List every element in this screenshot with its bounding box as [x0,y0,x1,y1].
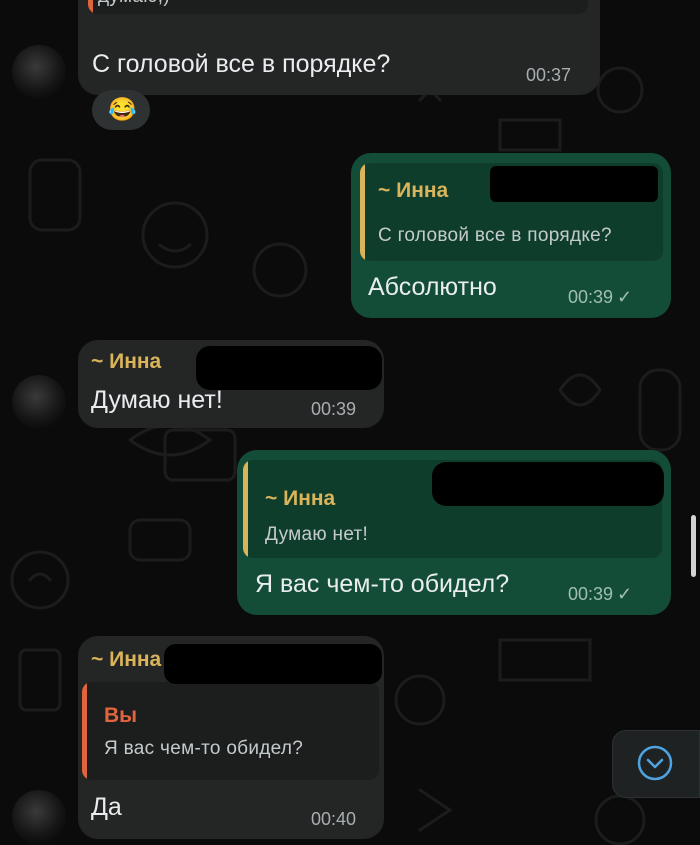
time-label: 00:39 [568,287,614,307]
quote-text: С головой все в порядке? [378,225,612,246]
redacted-area [490,166,658,202]
redacted-area [164,644,382,684]
quote-accent-bar [360,163,365,261]
reply-quote[interactable]: думаю;) [88,0,588,14]
reaction-badge[interactable]: 😂 [92,90,150,130]
check-icon: ✓ [617,287,633,307]
avatar[interactable] [12,45,66,99]
avatar[interactable] [12,790,66,844]
reply-quote[interactable]: Вы Я вас чем-то обидел? [82,682,379,780]
quote-accent-bar [82,682,87,780]
sender-name: ~ Инна [91,350,162,373]
redacted-area [432,462,664,506]
sender-name: ~ Инна [91,648,162,671]
message-text: Я вас чем-то обидел? [255,570,510,598]
quote-text: Я вас чем-то обидел? [104,738,304,759]
message-text: Абсолютно [368,273,497,301]
message-text: С головой все в порядке? [92,50,391,78]
quote-accent-bar [243,460,248,558]
check-icon: ✓ [617,584,633,604]
quote-text: думаю;) [98,0,170,8]
quote-sender-name: ~ Инна [378,179,449,202]
redacted-area [196,346,382,390]
message-text: Да [91,793,122,821]
scroll-down-button[interactable] [612,730,700,798]
chevron-down-circle-icon [637,745,673,781]
message-time: 00:40 [311,809,357,829]
message-text: Думаю нет! [91,386,223,414]
message-time: 00:39 [311,399,357,419]
quote-accent-bar [88,0,93,14]
scrollbar[interactable] [691,515,696,577]
message-time: 00:39 ✓ [568,287,632,308]
avatar[interactable] [12,375,66,429]
message-time: 00:37 [526,65,572,85]
quote-sender-name: ~ Инна [265,487,336,510]
message-time: 00:39 ✓ [568,584,632,605]
quote-text: Думаю нет! [265,524,369,545]
message-bubble-incoming[interactable]: думаю;) С головой все в порядке? 00:37 [78,0,600,95]
laughing-emoji-icon: 😂 [108,96,137,122]
quote-sender-name: Вы [104,704,138,727]
time-label: 00:39 [568,584,614,604]
